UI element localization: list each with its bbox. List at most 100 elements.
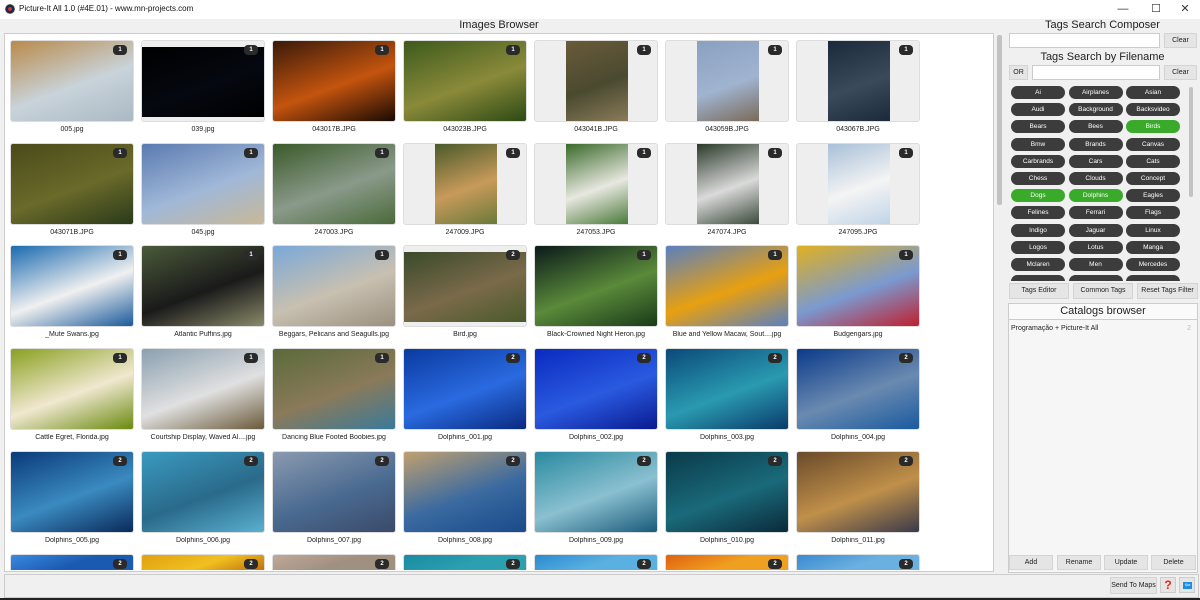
thumbnail[interactable]: 1 [141,245,265,328]
tag-pill[interactable]: Bmw [1011,137,1065,151]
image-tile[interactable]: 1 043041B.JPG [534,40,658,140]
tag-pill[interactable]: Birds [1126,120,1180,134]
image-tile[interactable]: 1 Cattle Egret, Florida.jpg [10,348,134,448]
image-tile[interactable]: 1 Atlantic Puffins.jpg [141,245,265,345]
thumbnail[interactable]: 2 [665,450,789,533]
tag-pill[interactable]: Airplanes [1068,86,1123,99]
tags-scrollbar[interactable] [1188,85,1194,275]
image-tile[interactable]: 1 247074.JPG [665,142,789,243]
image-tile[interactable]: 1 043059B.JPG [665,40,789,140]
thumbnail[interactable]: 1 [796,142,920,225]
tag-pill[interactable]: Cats [1126,154,1180,168]
image-tile[interactable]: 1 043017B.JPG [272,40,396,140]
thumbnail[interactable]: 2 [796,553,920,570]
image-tile[interactable]: 2 Dolphins_005.jpg [10,450,134,551]
tag-pill[interactable]: Clouds [1068,172,1123,185]
tag-pill[interactable]: Chess [1011,172,1065,185]
scrollbar-thumb[interactable] [1189,87,1193,197]
thumbnail[interactable]: 2 [403,553,527,570]
thumbnail[interactable]: 1 [10,245,134,328]
image-tile[interactable]: 2 Dolphins_009.jpg [534,450,658,551]
image-tile[interactable]: 1 247003.JPG [272,142,396,243]
tag-pill[interactable]: Lotus [1068,240,1123,254]
thumbnail[interactable]: 1 [665,142,789,225]
image-tile[interactable]: 2 [534,553,658,570]
image-tile[interactable]: 1 Black-Crowned Night Heron.jpg [534,245,658,345]
tag-pill[interactable]: Background [1068,103,1123,117]
thumbnail[interactable]: 1 [534,245,658,328]
image-tile[interactable]: 1 005.jpg [10,40,134,140]
tag-pill[interactable]: Concept [1126,172,1180,185]
catalog-item[interactable]: Programação + Picture-It All 2 [1009,323,1197,335]
tag-pill[interactable] [1126,275,1180,281]
or-toggle-button[interactable]: OR [1009,65,1028,80]
tag-pill[interactable]: Cars [1068,154,1123,168]
maximize-button[interactable]: ☐ [1146,2,1166,16]
image-tile[interactable]: 2 [665,553,789,570]
image-tile[interactable]: 2 [403,553,527,570]
image-tile[interactable]: 1 247053.JPG [534,142,658,243]
thumbnail[interactable]: 1 [534,40,658,122]
reset-tags-filter-button[interactable]: Reset Tags Filter [1137,283,1198,299]
thumbnail[interactable]: 1 [534,142,658,225]
thumbnail[interactable]: 2 [534,553,658,570]
thumbnail[interactable]: 2 [534,348,658,431]
tag-pill[interactable]: Dolphins [1068,189,1123,203]
image-tile[interactable]: 1 043067B.JPG [796,40,920,140]
thumbnail[interactable]: 2 [141,450,265,533]
thumbnail[interactable]: 1 [272,142,396,225]
tag-pill[interactable]: Eagles [1126,189,1180,203]
image-tile[interactable]: 1 Budgerigars.jpg [796,245,920,345]
thumbnail[interactable]: 1 [403,40,527,122]
image-tile[interactable]: 2 Dolphins_010.jpg [665,450,789,551]
image-tile[interactable]: 1 Courtship Display, Waved Al....jpg [141,348,265,448]
image-tile[interactable]: 1 _Mute Swans.jpg [10,245,134,345]
thumbnail[interactable]: 2 [272,553,396,570]
thumbnail[interactable]: 1 [665,40,789,122]
image-tile[interactable]: 2 Dolphins_003.jpg [665,348,789,448]
tag-pill[interactable]: Ai [1011,86,1065,99]
thumbnail[interactable]: 2 [272,450,396,533]
thumbnail[interactable]: 1 [141,40,265,122]
tag-pill[interactable] [1011,275,1065,281]
thumbnail[interactable]: 2 [141,553,265,570]
thumbnail[interactable]: 2 [403,450,527,533]
filename-search-input[interactable] [1032,65,1160,80]
catalog-add-button[interactable]: Add [1009,555,1053,570]
tag-pill[interactable]: Logos [1011,240,1065,254]
tag-pill[interactable]: Audi [1011,103,1065,117]
catalog-rename-button[interactable]: Rename [1057,555,1101,570]
tag-pill[interactable]: Mercedes [1126,258,1180,271]
image-tile[interactable]: 2 Dolphins_006.jpg [141,450,265,551]
thumbnail[interactable]: 1 [272,245,396,328]
image-tile[interactable]: 2 [796,553,920,570]
thumbnail[interactable]: 2 [534,450,658,533]
tag-pill[interactable]: Ferrari [1068,206,1123,220]
image-tile[interactable]: 1 045.jpg [141,142,265,243]
tag-pill[interactable]: Felines [1011,206,1065,220]
image-tile[interactable]: 1 Dancing Blue Footed Boobies.jpg [272,348,396,448]
thumbnail[interactable]: 1 [10,348,134,431]
tag-pill[interactable]: Bees [1068,120,1123,134]
image-tile[interactable]: 1 247009.JPG [403,142,527,243]
scrollbar-thumb[interactable] [997,35,1002,205]
thumbnail[interactable]: 1 [141,348,265,431]
image-tile[interactable]: 2 Dolphins_008.jpg [403,450,527,551]
image-tile[interactable]: 2 Dolphins_002.jpg [534,348,658,448]
image-tile[interactable]: 1 Beggars, Pelicans and Seagulls.jpg [272,245,396,345]
tag-pill[interactable]: Linux [1126,223,1180,237]
tags-editor-button[interactable]: Tags Editor [1009,283,1069,299]
tag-pill[interactable]: Asian [1126,86,1180,99]
thumbnail[interactable]: 1 [10,40,134,122]
thumbnail[interactable]: 1 [796,245,920,328]
composer-clear-button[interactable]: Clear [1164,33,1197,48]
image-tile[interactable]: 1 247095.JPG [796,142,920,243]
image-tile[interactable]: 1 039.jpg [141,40,265,140]
thumbnail[interactable]: 1 [403,142,527,225]
thumbnail[interactable]: 2 [665,348,789,431]
tag-pill[interactable]: Carbrands [1011,154,1065,168]
tag-pill[interactable]: Mclaren [1011,258,1065,271]
thumbnail[interactable]: 1 [665,245,789,328]
image-tile[interactable]: 2 [272,553,396,570]
image-tile[interactable]: 2 Dolphins_011.jpg [796,450,920,551]
